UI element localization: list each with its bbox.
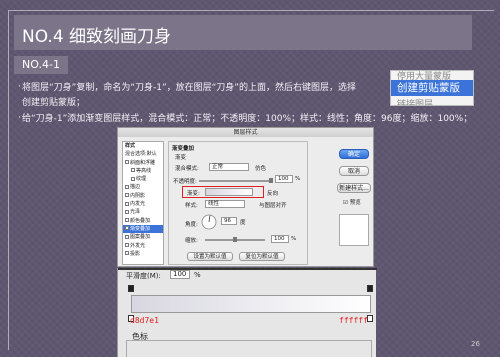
opacity-label: 不透明度: xyxy=(173,179,197,185)
menu-item-link-layers[interactable]: 链接图层 xyxy=(391,97,473,105)
panel-subsection-title: 渐变 xyxy=(175,155,187,161)
ok-button[interactable]: 确定 xyxy=(339,149,369,159)
opacity-unit: % xyxy=(295,176,301,182)
angle-input[interactable]: 96 xyxy=(221,217,237,225)
opacity-stop-left-icon[interactable] xyxy=(128,285,134,292)
opacity-slider[interactable] xyxy=(199,180,273,182)
dialog-title: 图层样式 xyxy=(118,128,373,137)
dither-checkbox-label[interactable]: 仿色 xyxy=(255,164,266,172)
opacity-input[interactable]: 100 xyxy=(275,175,293,183)
style-item-outer-glow[interactable]: 外发光 xyxy=(123,242,163,250)
smoothness-label: 平滑度(M): xyxy=(126,272,161,280)
style-select[interactable]: 线性 xyxy=(205,200,245,208)
instruction-line-3: 给“刀身-1”添加渐变图层样式，混合模式：正常；不透明度：100%；样式：线性；… xyxy=(22,114,473,124)
checkbox-icon[interactable] xyxy=(125,193,129,198)
style-item-inner-glow[interactable]: 内发光 xyxy=(123,200,163,208)
checkbox-icon[interactable] xyxy=(125,209,129,214)
page-number: 26 xyxy=(471,340,480,348)
style-item-color-overlay[interactable]: 颜色叠加 xyxy=(123,217,163,225)
color-stops-group xyxy=(126,340,372,357)
gradient-overlay-panel: 渐变叠加 渐变 混合模式: 正常 仿色 不透明度: 100 % 渐变: 反向 样… xyxy=(168,141,308,265)
scale-input[interactable]: 100 xyxy=(271,235,289,243)
checkbox-icon[interactable] xyxy=(125,243,129,248)
scale-label: 缩放: xyxy=(185,238,198,244)
right-stop-color-code: ffffff xyxy=(339,316,368,325)
smoothness-unit: % xyxy=(194,271,201,279)
checkbox-icon[interactable] xyxy=(131,168,135,173)
new-style-button[interactable]: 新建样式... xyxy=(337,183,371,193)
style-item-gradient-overlay[interactable]: 渐变叠加 xyxy=(123,224,163,234)
style-item-blending[interactable]: 混合选项:默认 xyxy=(123,150,163,158)
checkbox-icon[interactable] xyxy=(125,160,129,165)
layer-style-dialog: 图层样式 样式 混合选项:默认 斜面和浮雕 等高线 纹理 描边 内阴影 内发光 … xyxy=(117,127,374,267)
styles-list-header[interactable]: 样式 xyxy=(123,142,163,150)
cancel-button[interactable]: 取消 xyxy=(339,166,369,176)
blend-mode-select[interactable]: 正常 xyxy=(209,163,249,171)
preview-checkbox-label[interactable]: ☑ 预览 xyxy=(343,198,361,206)
blend-mode-label: 混合模式: xyxy=(175,166,199,172)
left-stop-color-code: d8d7e1 xyxy=(130,316,159,325)
angle-label: 角度: xyxy=(185,222,198,228)
menu-item-create-clipping-mask[interactable]: 创建剪贴蒙版 xyxy=(391,80,473,96)
instruction-line-2: 创建剪贴蒙版； xyxy=(22,98,86,108)
checkbox-icon[interactable] xyxy=(125,184,129,189)
panel-section-title: 渐变叠加 xyxy=(172,146,195,152)
styles-list: 样式 混合选项:默认 斜面和浮雕 等高线 纹理 描边 内阴影 内发光 光泽 颜色… xyxy=(122,141,164,265)
gradient-highlight-box xyxy=(182,186,264,198)
style-item-stroke[interactable]: 描边 xyxy=(123,183,163,191)
style-item-bevel[interactable]: 斜面和浮雕 xyxy=(123,159,163,167)
reset-default-button[interactable]: 复位为默认值 xyxy=(239,252,285,261)
style-item-satin[interactable]: 光泽 xyxy=(123,208,163,216)
checkbox-icon[interactable] xyxy=(125,218,129,223)
style-item-pattern-overlay[interactable]: 图案叠加 xyxy=(123,233,163,241)
layer-context-menu: 停用大量蒙版 创建剪贴蒙版 链接图层 xyxy=(390,70,474,106)
instruction-line-1: 将图层“刀身”复制，命名为“刀身-1”，放在图层“刀身”的上面，然后右键图层，选… xyxy=(22,83,356,93)
bullet-dot: · xyxy=(18,82,21,92)
color-stops-group-label: 色标 xyxy=(132,332,148,341)
style-label: 样式: xyxy=(185,203,198,209)
checkbox-icon[interactable] xyxy=(125,234,129,239)
style-item-inner-shadow[interactable]: 内阴影 xyxy=(123,192,163,200)
scale-slider-knob[interactable] xyxy=(233,237,237,242)
style-item-drop-shadow[interactable]: 投影 xyxy=(123,250,163,258)
smoothness-input[interactable]: 100 xyxy=(170,270,190,279)
style-item-texture[interactable]: 纹理 xyxy=(123,175,163,183)
checkbox-icon[interactable] xyxy=(125,251,129,256)
checkbox-icon[interactable] xyxy=(131,176,135,181)
opacity-stop-right-icon[interactable] xyxy=(367,285,373,292)
gradient-preview-bar[interactable] xyxy=(131,295,371,313)
align-with-layer-label[interactable]: 与图层对齐 xyxy=(259,201,287,209)
editor-divider xyxy=(118,268,377,270)
style-preview-swatch xyxy=(339,214,369,246)
checkbox-icon[interactable] xyxy=(125,201,129,206)
checkbox-checked-icon[interactable] xyxy=(125,226,129,231)
style-item-contour[interactable]: 等高线 xyxy=(123,167,163,175)
scale-unit: % xyxy=(291,236,297,242)
title-bar: NO.4 细致刻画刀身 xyxy=(14,15,472,50)
angle-dial-icon[interactable] xyxy=(201,214,217,230)
page-title: NO.4 细致刻画刀身 xyxy=(22,27,172,47)
bullet-dot: · xyxy=(18,113,21,123)
gradient-editor: 平滑度(M): 100 % d8d7e1 ffffff 色标 xyxy=(117,268,377,357)
angle-unit: 度 xyxy=(240,220,246,226)
opacity-slider-knob[interactable] xyxy=(269,178,273,183)
reverse-checkbox-label[interactable]: 反向 xyxy=(267,189,278,197)
set-default-button[interactable]: 设置为默认值 xyxy=(187,252,233,261)
section-tag: NO.4-1 xyxy=(14,56,68,74)
